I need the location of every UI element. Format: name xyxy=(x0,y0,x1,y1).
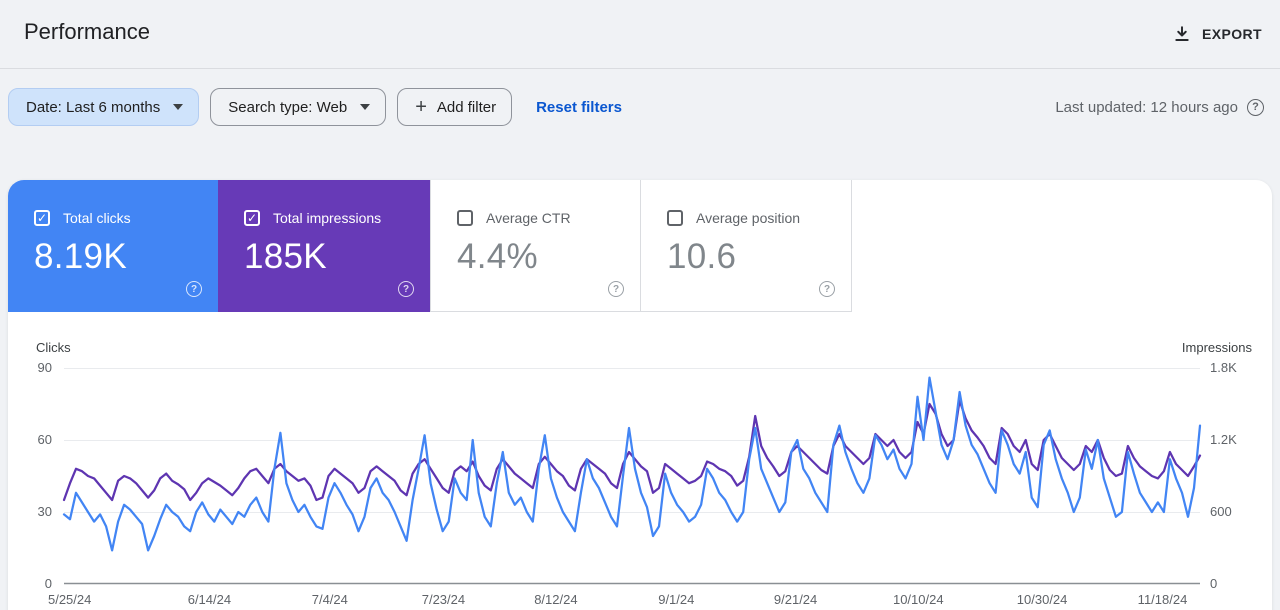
tile-total-impressions[interactable]: ✓ Total impressions 185K ? xyxy=(218,180,430,312)
help-icon[interactable]: ? xyxy=(398,281,414,297)
top-bar: Performance EXPORT xyxy=(0,0,1280,68)
plus-icon: + xyxy=(415,96,427,118)
checkbox-total-impressions[interactable]: ✓ xyxy=(244,210,260,226)
y-tick: 90 xyxy=(37,360,52,375)
header-divider xyxy=(0,68,1280,69)
reset-filters-link[interactable]: Reset filters xyxy=(536,99,622,116)
tile-label-row: Average CTR xyxy=(457,210,640,226)
tile-total-clicks[interactable]: ✓ Total clicks 8.19K ? xyxy=(8,180,218,312)
add-filter-chip[interactable]: + Add filter xyxy=(397,88,513,126)
x-tick-label: 5/25/24 xyxy=(47,592,92,607)
y-tick: 1.2K xyxy=(1210,432,1237,447)
y-tick: 1.8K xyxy=(1210,360,1237,375)
checkbox-average-ctr[interactable] xyxy=(457,210,473,226)
x-tick-label: 10/10/24 xyxy=(892,592,944,607)
export-label: EXPORT xyxy=(1202,26,1262,42)
tile-average-ctr[interactable]: Average CTR 4.4% ? xyxy=(430,180,641,312)
left-axis-title: Clicks xyxy=(36,340,71,355)
y-tick: 0 xyxy=(44,576,52,591)
right-axis-title: Impressions xyxy=(1181,340,1252,355)
last-updated: Last updated: 12 hours ago ? xyxy=(1055,98,1264,116)
y-tick: 60 xyxy=(37,432,52,447)
series-line-clicks xyxy=(62,376,1202,552)
tile-label-row: ✓ Total impressions xyxy=(244,210,430,226)
search-type-filter-chip[interactable]: Search type: Web xyxy=(210,88,387,126)
x-tick-label: 8/12/24 xyxy=(534,592,578,607)
export-button[interactable]: EXPORT xyxy=(1173,16,1262,52)
y-tick: 30 xyxy=(37,504,52,519)
help-icon[interactable]: ? xyxy=(608,281,624,297)
x-tick-label: 11/18/24 xyxy=(1137,592,1188,607)
checkbox-total-clicks[interactable]: ✓ xyxy=(34,210,50,226)
help-icon[interactable]: ? xyxy=(186,281,202,297)
last-updated-text: Last updated: 12 hours ago xyxy=(1055,98,1238,116)
tile-label: Average CTR xyxy=(486,210,571,226)
tile-value: 8.19K xyxy=(34,237,127,276)
help-icon[interactable]: ? xyxy=(1247,98,1264,116)
y-tick: 0 xyxy=(1210,576,1218,591)
tile-value: 10.6 xyxy=(667,237,737,276)
tile-label-row: Average position xyxy=(667,210,851,226)
metric-tiles: ✓ Total clicks 8.19K ? ✓ Total impressio… xyxy=(8,180,1272,312)
checkbox-average-position[interactable] xyxy=(667,210,683,226)
page-title: Performance xyxy=(24,19,150,44)
x-tick-label: 7/4/24 xyxy=(311,592,348,607)
tile-value: 185K xyxy=(244,237,327,276)
download-icon xyxy=(1175,26,1189,42)
x-tick-label: 6/14/24 xyxy=(187,592,232,607)
date-filter-label: Date: Last 6 months xyxy=(26,98,161,116)
tile-label: Total clicks xyxy=(63,210,131,226)
performance-chart-plot[interactable] xyxy=(62,368,1202,585)
x-tick-label: 7/23/24 xyxy=(421,592,466,607)
filter-bar: Date: Last 6 months Search type: Web + A… xyxy=(8,88,1264,126)
tile-label: Average position xyxy=(696,210,801,226)
caret-down-icon xyxy=(173,104,184,110)
tile-value: 4.4% xyxy=(457,237,538,276)
y-tick: 600 xyxy=(1210,504,1232,519)
x-tick-label: 9/21/24 xyxy=(773,592,818,607)
help-icon[interactable]: ? xyxy=(819,281,835,297)
add-filter-label: Add filter xyxy=(436,98,497,116)
tile-label-row: ✓ Total clicks xyxy=(34,210,218,226)
x-tick-label: 10/30/24 xyxy=(1016,592,1068,607)
date-filter-chip[interactable]: Date: Last 6 months xyxy=(8,88,200,126)
tile-label: Total impressions xyxy=(273,210,382,226)
x-tick-label: 9/1/24 xyxy=(658,592,695,607)
caret-down-icon xyxy=(360,104,371,110)
tile-average-position[interactable]: Average position 10.6 ? xyxy=(641,180,852,312)
performance-card: ✓ Total clicks 8.19K ? ✓ Total impressio… xyxy=(8,180,1272,610)
search-type-label: Search type: Web xyxy=(228,98,348,116)
